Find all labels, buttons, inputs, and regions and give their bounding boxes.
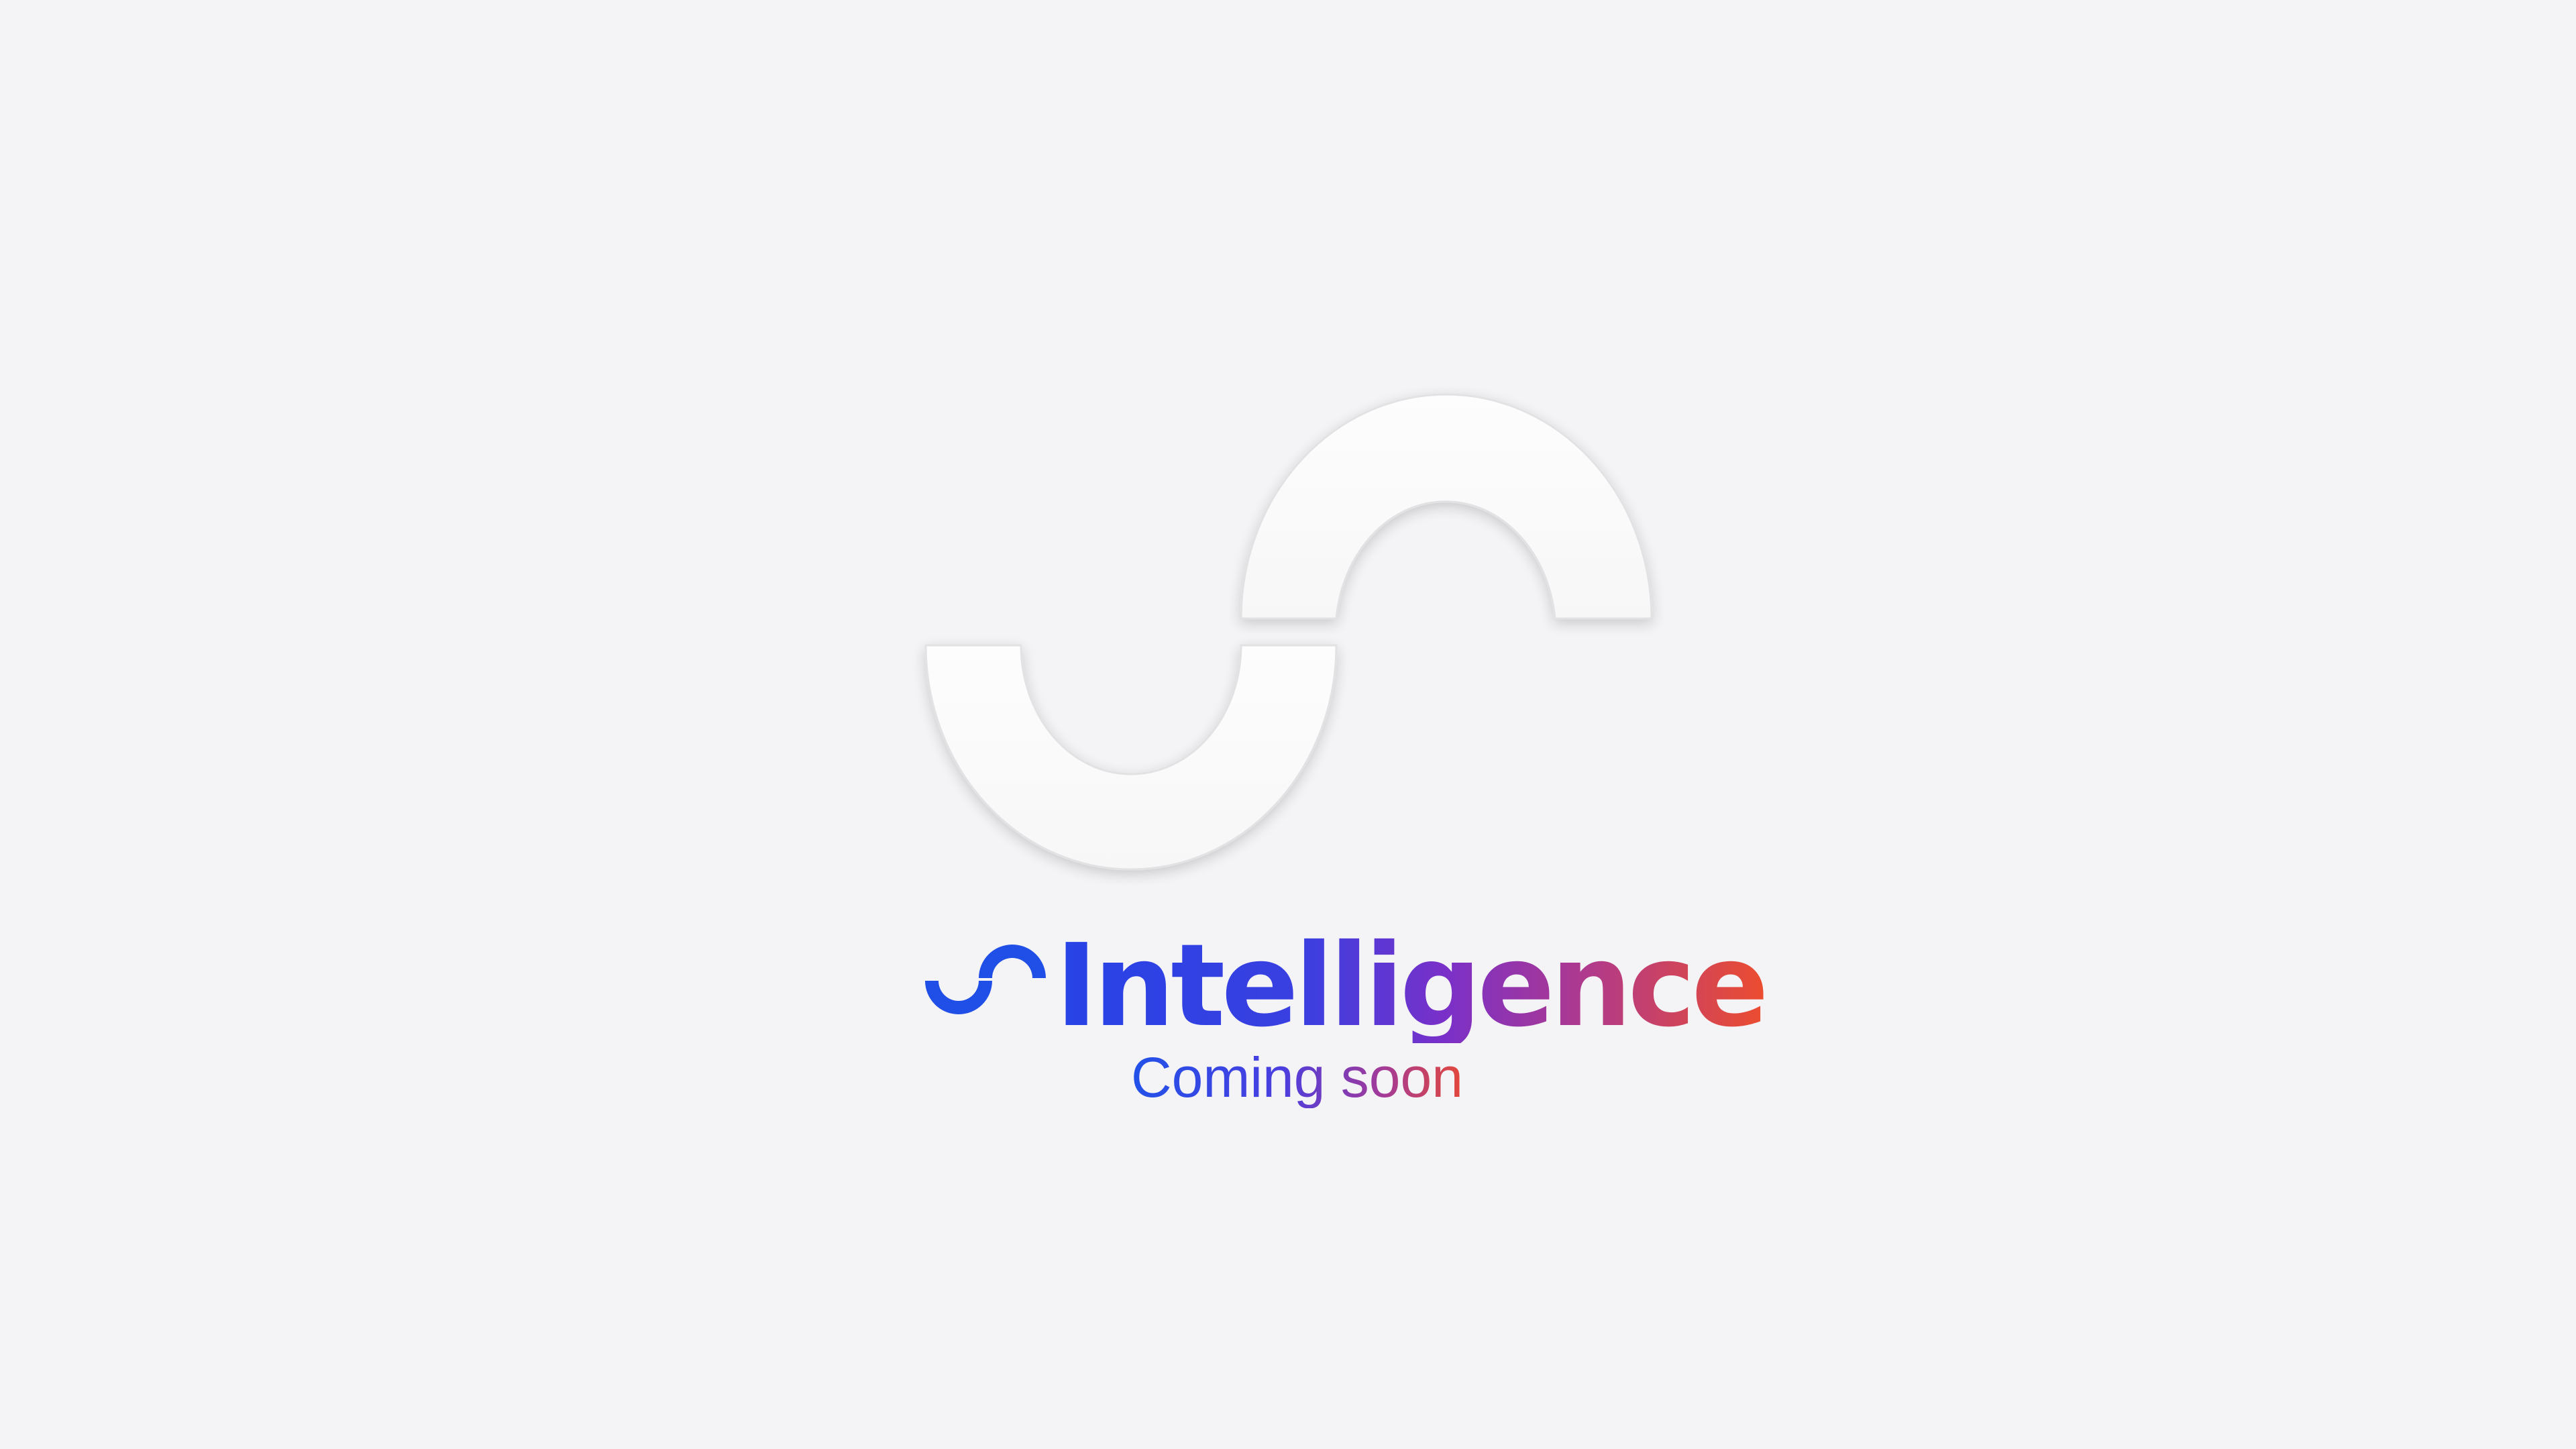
hero-lower-arc [924, 644, 1338, 871]
coming-soon-tagline: Coming soon [1131, 1046, 1463, 1109]
hero-upper-arc [1240, 393, 1653, 620]
coming-soon-screen: Intelligence Coming soon [0, 0, 2576, 1449]
brand-lockup: Intelligence [925, 920, 1769, 1053]
s-wave-logo-icon [925, 945, 1046, 1014]
s-wave-hero-icon [924, 393, 1653, 871]
brand-name: Intelligence [1055, 920, 1769, 1053]
